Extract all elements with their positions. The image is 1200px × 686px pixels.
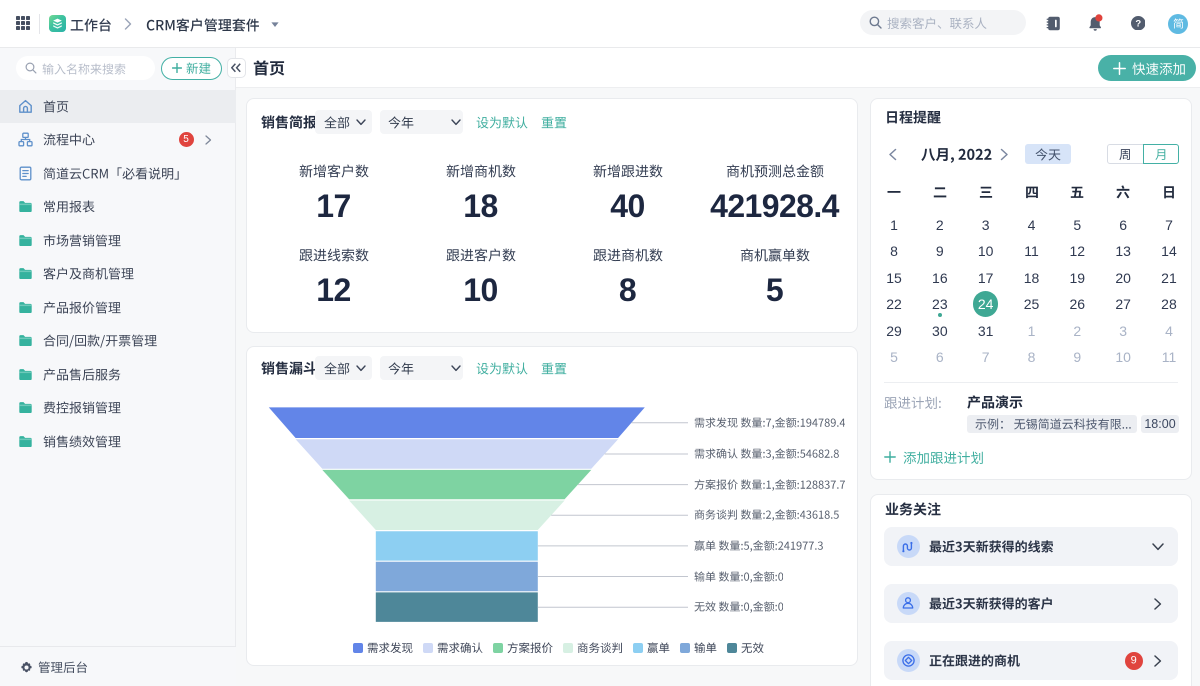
svg-text:?: ?: [1135, 18, 1141, 29]
